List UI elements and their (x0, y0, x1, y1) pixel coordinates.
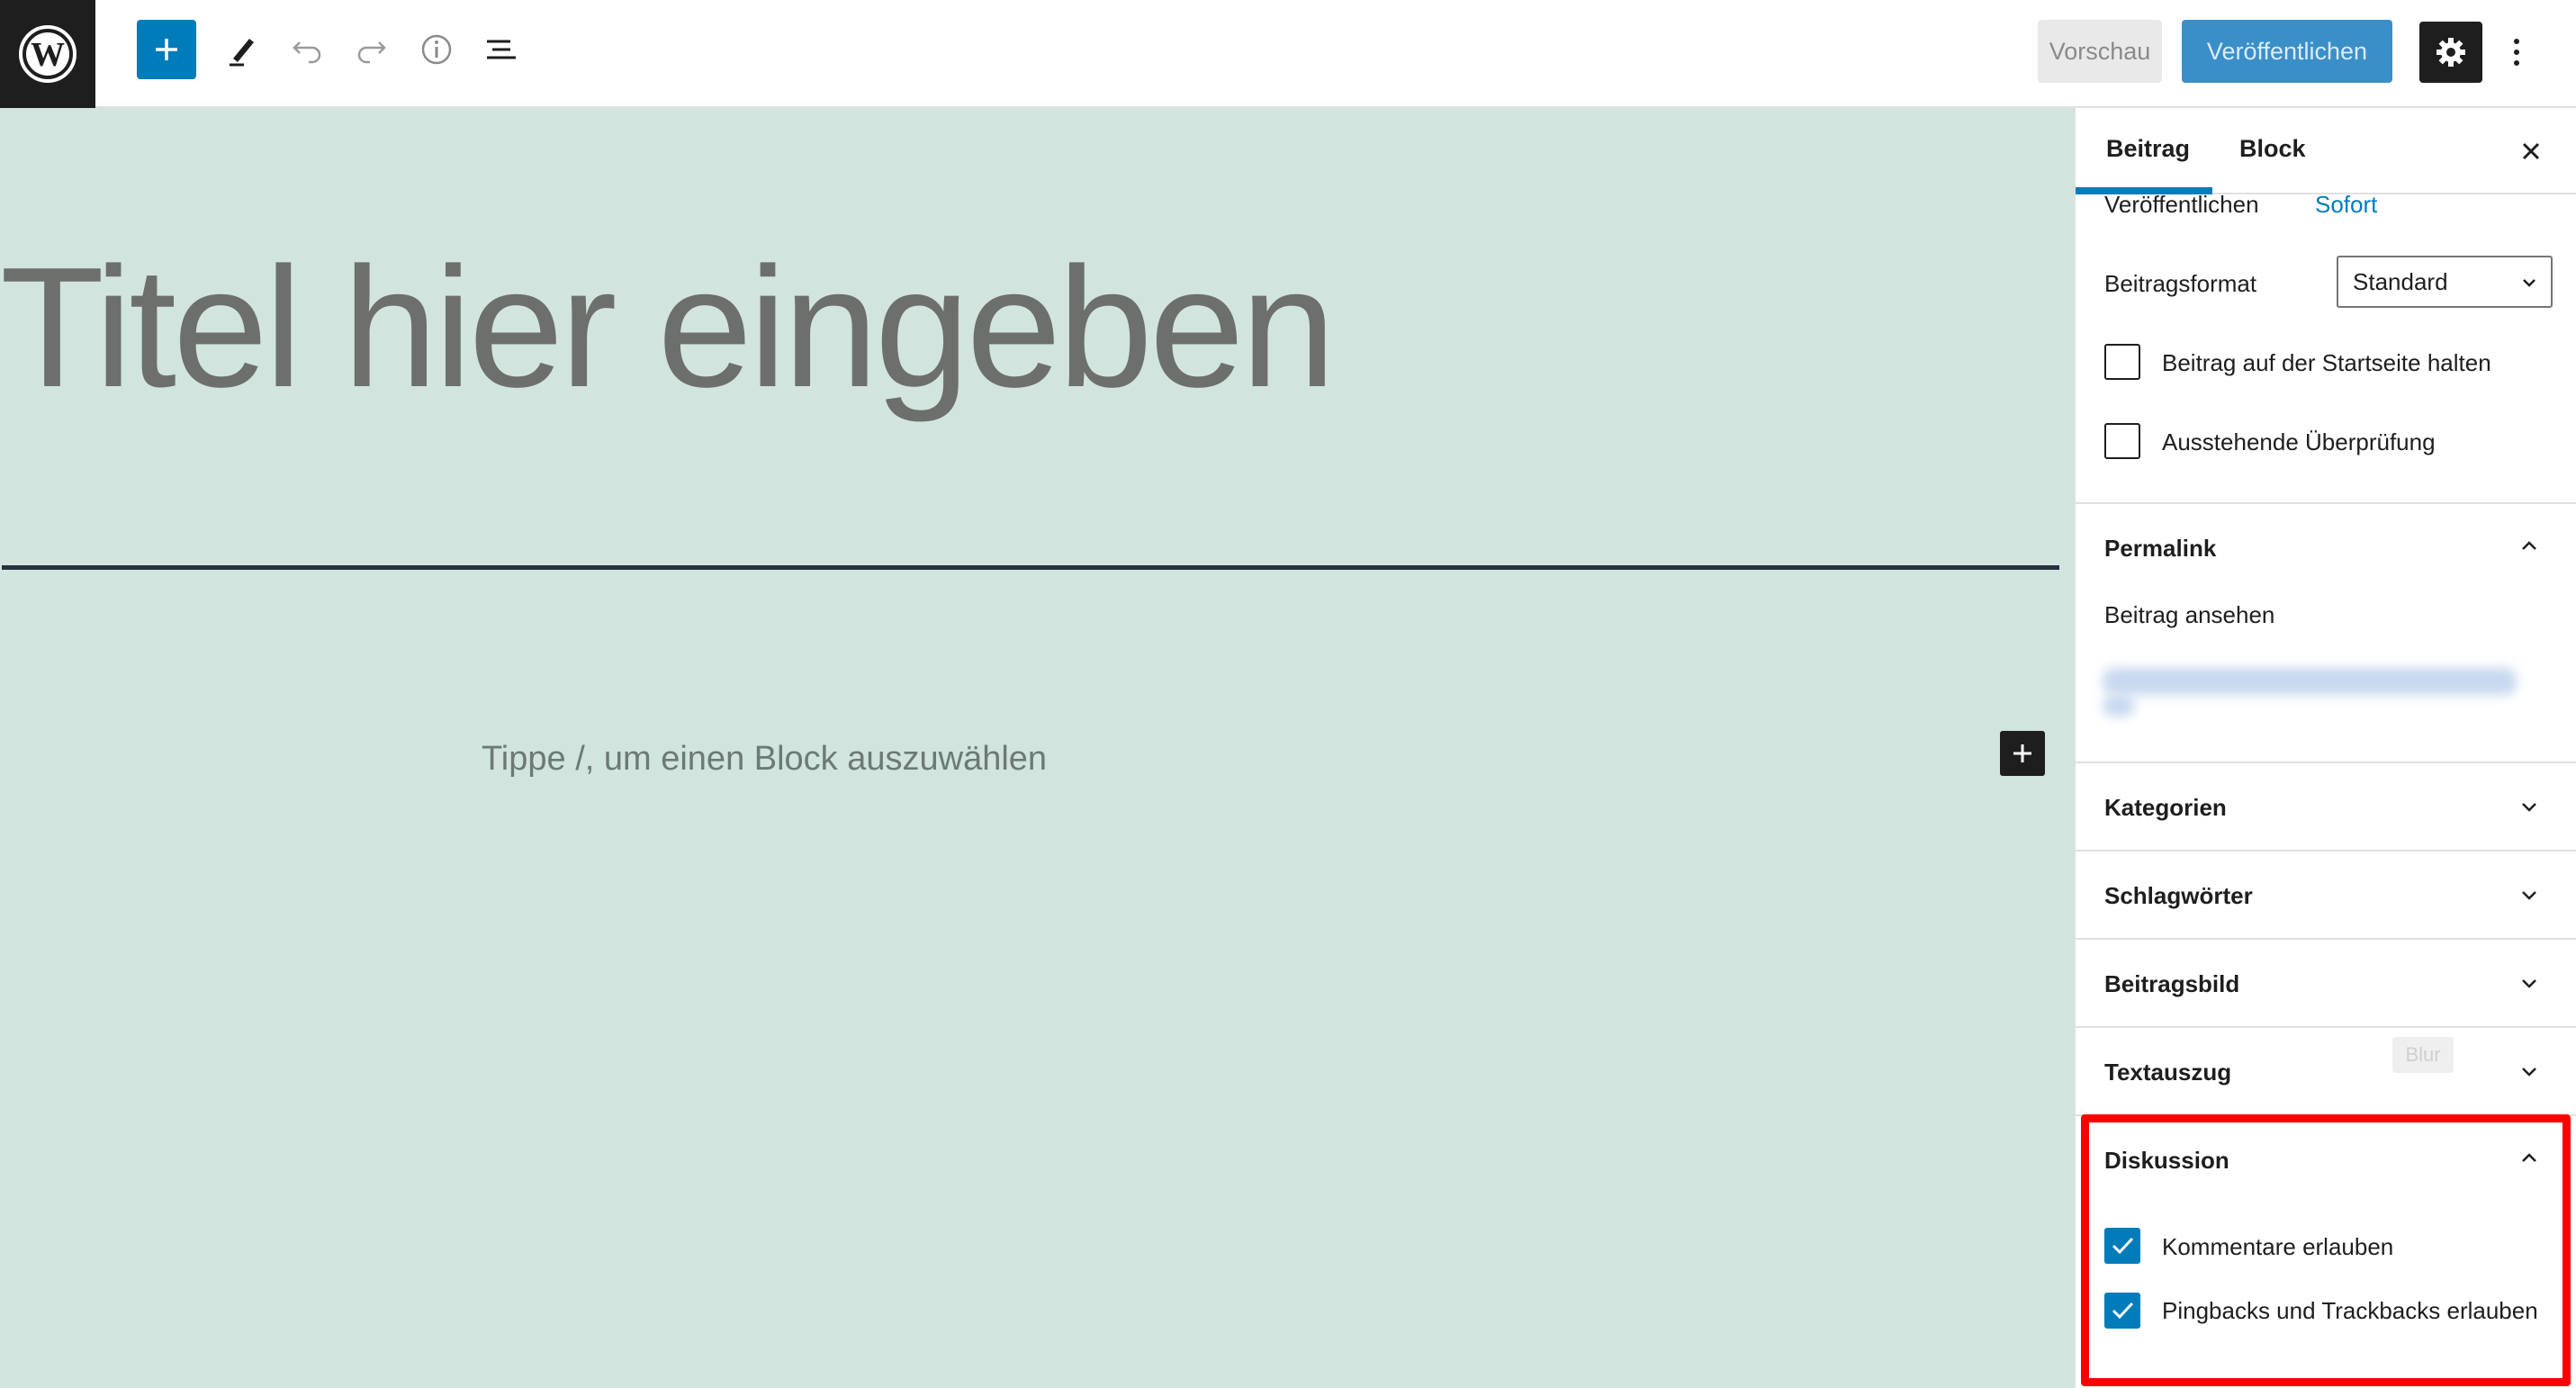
pending-review-label: Ausstehende Überprüfung (2162, 428, 2436, 455)
blur-tag: Blur (2392, 1037, 2454, 1073)
blurred-permalink-url-tail (2103, 695, 2135, 717)
panel-divider (2076, 762, 2576, 763)
post-format-label: Beitragsformat (2104, 270, 2257, 297)
publish-label: Veröffentlichen (2104, 191, 2259, 218)
plus-icon (156, 39, 177, 60)
view-post-label: Beitrag ansehen (2104, 601, 2275, 628)
publish-button[interactable]: Veröffentlichen (2182, 20, 2392, 83)
add-block-button[interactable] (137, 20, 196, 79)
tags-panel-title[interactable]: Schlagwörter (2104, 882, 2253, 910)
chevron-down-icon (2523, 279, 2535, 287)
chevron-down-icon[interactable] (2517, 794, 2542, 819)
tab-block[interactable]: Block (2239, 135, 2306, 163)
chevron-down-icon[interactable] (2517, 1059, 2542, 1084)
chevron-up-icon[interactable] (2517, 1145, 2542, 1170)
checkmark-icon (2112, 1237, 2134, 1255)
more-options-button[interactable] (2499, 22, 2535, 83)
list-view-icon (487, 40, 516, 59)
blurred-permalink-url[interactable] (2103, 668, 2517, 695)
chevron-up-icon[interactable] (2517, 533, 2542, 558)
panel-divider (2076, 850, 2576, 852)
discussion-panel-title[interactable]: Diskussion (2104, 1147, 2229, 1175)
close-sidebar-button[interactable] (2513, 133, 2549, 169)
sticky-label: Beitrag auf der Startseite halten (2162, 349, 2491, 376)
excerpt-panel-title[interactable]: Textauszug (2104, 1059, 2231, 1086)
plus-icon (2013, 744, 2031, 762)
panel-divider (2076, 1026, 2576, 1028)
sticky-checkbox[interactable] (2104, 344, 2140, 380)
featured-image-panel-title[interactable]: Beitragsbild (2104, 970, 2239, 998)
close-icon (2522, 142, 2540, 160)
list-view-button[interactable] (472, 20, 531, 79)
sidebar-tabs: Beitrag Block (2076, 108, 2576, 194)
svg-text:W: W (31, 36, 65, 74)
allow-pingbacks-label: Pingbacks und Trackbacks erlauben (2162, 1297, 2538, 1324)
panel-divider (2076, 938, 2576, 940)
info-icon (421, 34, 452, 65)
tab-post[interactable]: Beitrag (2106, 135, 2190, 163)
panel-divider (2076, 1114, 2576, 1116)
preview-button[interactable]: Vorschau (2038, 20, 2162, 83)
post-format-value: Standard (2353, 267, 2448, 295)
redo-button[interactable] (342, 20, 401, 79)
chevron-down-icon[interactable] (2517, 882, 2542, 907)
wordpress-logo-icon[interactable]: W (0, 0, 95, 108)
publish-date-link[interactable]: Sofort (2315, 191, 2377, 219)
undo-button[interactable] (277, 20, 337, 79)
pending-review-checkbox[interactable] (2104, 423, 2140, 459)
editor-header: W Vorschau Veröffentlichen (0, 0, 2576, 108)
chevron-down-icon[interactable] (2517, 970, 2542, 996)
allow-comments-label: Kommentare erlauben (2162, 1233, 2394, 1260)
pencil-icon (230, 39, 254, 67)
post-format-select[interactable]: Standard (2337, 256, 2553, 308)
tools-button[interactable] (212, 20, 272, 79)
undo-icon (293, 41, 321, 64)
vertical-ellipsis-icon (2514, 39, 2519, 66)
redo-icon (357, 41, 386, 64)
panel-divider (2076, 502, 2576, 504)
allow-comments-checkbox[interactable] (2104, 1228, 2140, 1264)
post-title-input[interactable]: Titel hier eingeben (0, 234, 2052, 422)
active-tab-indicator (2076, 187, 2212, 194)
categories-panel-title[interactable]: Kategorien (2104, 794, 2227, 822)
gear-icon (2436, 38, 2465, 67)
editor-canvas[interactable]: Titel hier eingeben Tippe /, um einen Bl… (0, 108, 2074, 1388)
settings-button[interactable] (2419, 22, 2482, 83)
inline-add-block-button[interactable] (2000, 731, 2045, 776)
details-button[interactable] (407, 20, 466, 79)
permalink-panel-title[interactable]: Permalink (2104, 535, 2216, 563)
settings-sidebar: Veröffentlichen Sofort Beitrag Block Bei… (2074, 108, 2576, 1388)
block-placeholder[interactable]: Tippe /, um einen Block auszuwählen (482, 740, 1047, 779)
title-separator (2, 565, 2059, 570)
